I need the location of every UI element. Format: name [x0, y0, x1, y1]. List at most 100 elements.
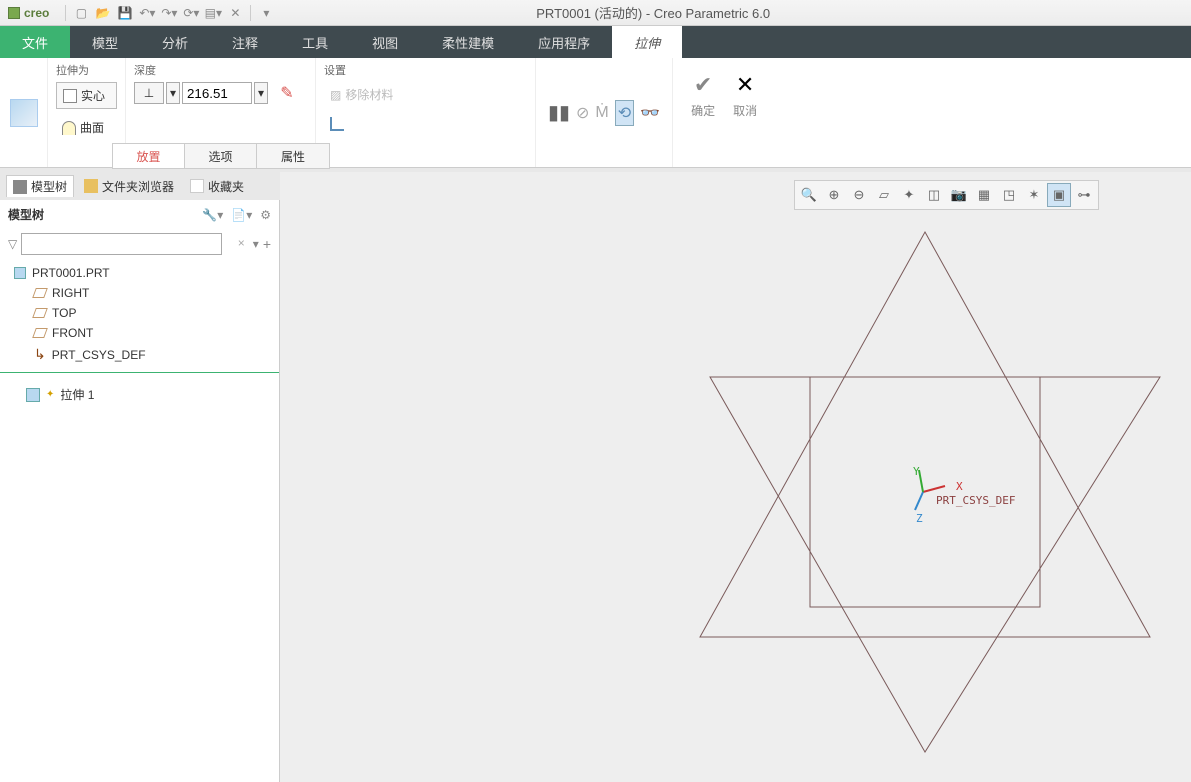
app-logo: creo: [0, 6, 57, 20]
add-filter-icon[interactable]: +: [263, 236, 271, 252]
plane-icon: [32, 308, 48, 318]
menu-extrude[interactable]: 拉伸: [612, 26, 682, 58]
tree-header: 模型树: [8, 206, 44, 223]
navtab-fav-label: 收藏夹: [208, 178, 244, 195]
settings-label: 设置: [324, 62, 527, 78]
menu-annotate[interactable]: 注释: [210, 26, 280, 58]
remove-material-button[interactable]: ▨ 移除材料: [324, 82, 527, 107]
flip-depth-button[interactable]: ✎: [276, 82, 298, 104]
depth-label: 深度: [134, 62, 307, 78]
folder-icon: [84, 179, 98, 193]
star-icon: [190, 179, 204, 193]
tree-feature-extrude[interactable]: ✦ 拉伸 1: [0, 383, 279, 406]
depth-input[interactable]: [182, 82, 252, 104]
save-icon[interactable]: 💾: [116, 4, 134, 22]
x-icon: ✕: [736, 72, 754, 98]
preview-controls: ▮▮ ⊘ Ṁ ⟲ 👓: [536, 58, 673, 167]
tree-insert-marker[interactable]: [0, 372, 279, 373]
feature-type-icon: [10, 99, 38, 127]
tree-filter-input[interactable]: [21, 233, 222, 255]
clear-filter-icon[interactable]: ×: [238, 236, 245, 250]
check-icon: ✔: [694, 72, 712, 98]
tree-root[interactable]: PRT0001.PRT: [0, 263, 279, 283]
axis-x-label: X: [956, 480, 963, 493]
canvas-csys-label: PRT_CSYS_DEF: [936, 494, 1015, 507]
quick-access-toolbar: ▢ 📂 💾 ↶▾ ↷▾ ⟳▾ ▤▾ ✕ ▾: [57, 4, 275, 22]
navtab-folder[interactable]: 文件夹浏览器: [78, 176, 180, 197]
surface-icon: [62, 121, 76, 135]
solid-icon: [63, 89, 77, 103]
navtab-modeltree-label: 模型树: [31, 178, 67, 195]
remove-material-icon: ▨: [330, 88, 341, 102]
tree-csys[interactable]: ↳ PRT_CSYS_DEF: [0, 343, 279, 366]
tree-icon: [13, 180, 27, 194]
thicken-icon: [330, 117, 344, 131]
navigator-tabs: 模型树 文件夹浏览器 收藏夹: [0, 172, 256, 200]
graphics-canvas[interactable]: 🔍 ⊕ ⊖ ▱ ✦ ◫ 📷 ▦ ◳ ✶ ▣ ⊶ Y X Z PRT_CSYS_D…: [280, 172, 1191, 782]
ok-label: 确定: [691, 102, 715, 119]
customize-qat-icon[interactable]: ▾: [257, 4, 275, 22]
logo-text: creo: [24, 6, 49, 20]
close-icon[interactable]: ✕: [226, 4, 244, 22]
ok-button[interactable]: ✔ 确定: [685, 68, 721, 123]
depth-type-button[interactable]: ⊥: [134, 82, 164, 104]
tree-display-icon[interactable]: 📄▾: [231, 208, 252, 222]
solid-label: 实心: [81, 87, 105, 104]
open-icon[interactable]: 📂: [94, 4, 112, 22]
depth-type-dropdown[interactable]: ▾: [166, 82, 180, 104]
tree-plane-top[interactable]: TOP: [0, 303, 279, 323]
navtab-favorites[interactable]: 收藏夹: [184, 176, 250, 197]
windows-icon[interactable]: ▤▾: [204, 4, 222, 22]
cancel-button[interactable]: ✕ 取消: [727, 68, 763, 123]
filter-dropdown-icon[interactable]: ▾: [253, 237, 259, 251]
regen-icon[interactable]: ⟳▾: [182, 4, 200, 22]
menu-model[interactable]: 模型: [70, 26, 140, 58]
navtab-folder-label: 文件夹浏览器: [102, 178, 174, 195]
glasses-icon[interactable]: 👓: [640, 103, 660, 123]
model-tree-panel: 模型树 🔧▾ 📄▾ ⚙ ▽ × ▾ + PRT0001.PRT RIGHT TO…: [0, 200, 280, 782]
plane-icon: [32, 328, 48, 338]
new-feature-indicator: ✦: [46, 389, 54, 400]
pause-icon[interactable]: ▮▮: [548, 100, 570, 125]
new-icon[interactable]: ▢: [72, 4, 90, 22]
menu-flex[interactable]: 柔性建模: [420, 26, 516, 58]
tree-plane-front[interactable]: FRONT: [0, 323, 279, 343]
subtab-properties[interactable]: 属性: [257, 144, 329, 168]
tree-tools-icon[interactable]: 🔧▾: [202, 208, 223, 222]
ribbon-subtabs: 放置 选项 属性: [112, 143, 330, 169]
navtab-modeltree[interactable]: 模型树: [6, 175, 74, 197]
redo-icon[interactable]: ↷▾: [160, 4, 178, 22]
title-bar: creo ▢ 📂 💾 ↶▾ ↷▾ ⟳▾ ▤▾ ✕ ▾ PRT0001 (活动的)…: [0, 0, 1191, 26]
feature-label: 拉伸 1: [60, 386, 94, 403]
menu-tools[interactable]: 工具: [280, 26, 350, 58]
csys-icon: ↳: [34, 346, 46, 363]
tree-plane-right[interactable]: RIGHT: [0, 283, 279, 303]
surface-button[interactable]: 曲面: [56, 115, 117, 140]
menu-analysis[interactable]: 分析: [140, 26, 210, 58]
menu-apps[interactable]: 应用程序: [516, 26, 612, 58]
extrude-feature-icon: [26, 388, 40, 402]
verify-icon[interactable]: ⟲: [615, 100, 634, 126]
window-title: PRT0001 (活动的) - Creo Parametric 6.0: [275, 3, 1031, 22]
plane-right-label: RIGHT: [52, 286, 89, 300]
axis-z-label: Z: [916, 512, 923, 525]
extrude-as-label: 拉伸为: [56, 62, 117, 78]
tree-settings-icon[interactable]: ⚙: [260, 208, 271, 222]
depth-dropdown[interactable]: ▾: [254, 82, 268, 104]
model-tree: PRT0001.PRT RIGHT TOP FRONT ↳ PRT_CSYS_D…: [0, 259, 279, 410]
tree-root-label: PRT0001.PRT: [32, 266, 110, 280]
main-menu: 文件 模型 分析 注释 工具 视图 柔性建模 应用程序 拉伸: [0, 26, 1191, 58]
thicken-button[interactable]: [324, 113, 527, 135]
subtab-options[interactable]: 选项: [185, 144, 257, 168]
cancel-label: 取消: [733, 102, 757, 119]
part-icon: [14, 267, 26, 279]
menu-file[interactable]: 文件: [0, 26, 70, 58]
subtab-placement[interactable]: 放置: [113, 144, 185, 168]
menu-view[interactable]: 视图: [350, 26, 420, 58]
attach-icon[interactable]: Ṁ: [595, 104, 608, 122]
solid-button[interactable]: 实心: [56, 82, 117, 109]
plane-top-label: TOP: [52, 306, 76, 320]
undo-icon[interactable]: ↶▾: [138, 4, 156, 22]
no-preview-icon[interactable]: ⊘: [576, 103, 589, 123]
filter-icon[interactable]: ▽: [8, 237, 17, 251]
